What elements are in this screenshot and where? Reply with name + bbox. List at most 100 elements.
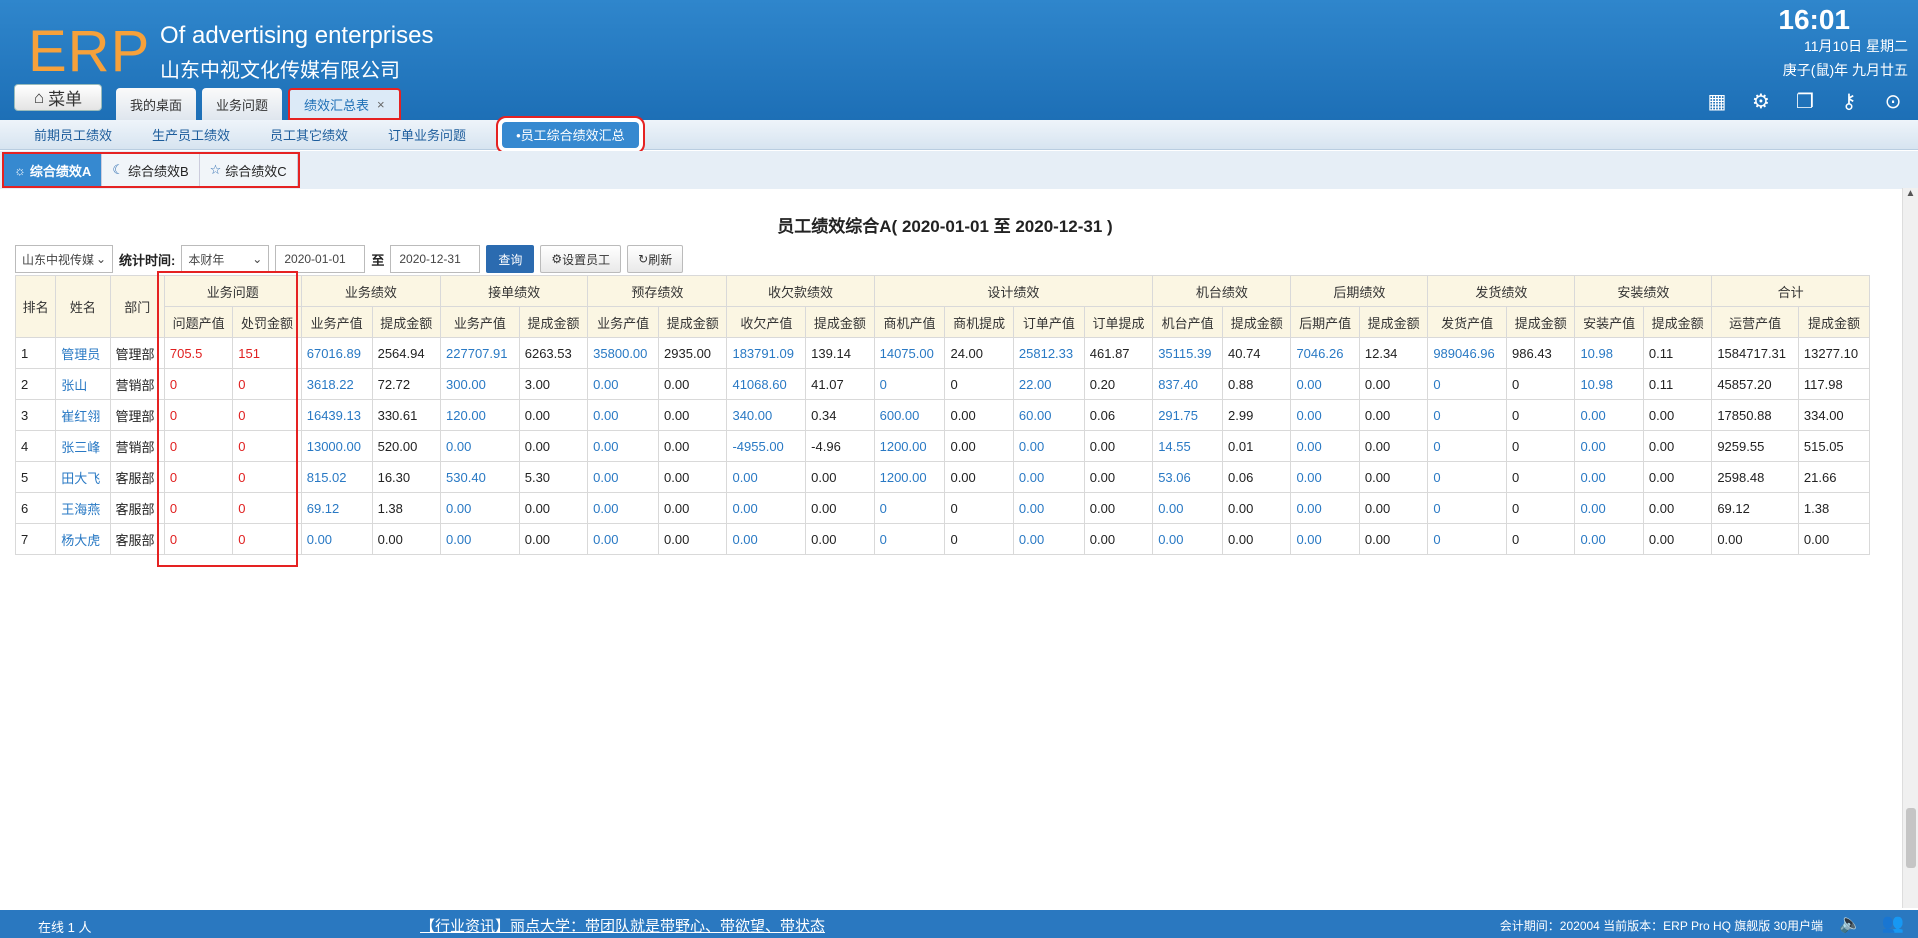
table-cell[interactable]: 7046.26 (1290, 337, 1360, 369)
table-cell[interactable]: 67016.89 (300, 337, 373, 369)
table-cell[interactable]: 0.00 (1574, 399, 1644, 431)
table-cell[interactable]: 989046.96 (1427, 337, 1508, 369)
table-row[interactable]: 5 田大飞 客服部 0 0 815.02 16.30 530.40 5.30 0.00 0.00 0.… (14, 461, 1871, 493)
table-cell[interactable]: 14.55 (1152, 430, 1223, 462)
tab-overall-perf-b[interactable]: ☾ 综合绩效B (102, 154, 200, 186)
table-cell[interactable]: 0 (163, 492, 234, 524)
tab-business-issues[interactable]: 业务问题 (202, 88, 283, 120)
subnav-order-issues[interactable]: 订单业务问题 (368, 122, 486, 148)
table-cell[interactable]: 0.00 (440, 492, 520, 524)
table-cell[interactable]: 0 (1427, 461, 1508, 493)
set-staff-button[interactable]: ⚙ 设置员工 (540, 245, 622, 273)
table-cell[interactable]: 69.12 (300, 492, 373, 524)
table-cell[interactable]: 0.00 (1290, 399, 1360, 431)
tab-my-desktop[interactable]: 我的桌面 (116, 88, 197, 120)
table-cell[interactable]: -4955.00 (726, 430, 807, 462)
clipboard-icon[interactable]: ❐ (1794, 90, 1816, 113)
table-cell[interactable]: 0.00 (1290, 461, 1360, 493)
table-cell[interactable]: 0.00 (300, 523, 373, 555)
subnav-early-staff-perf[interactable]: 前期员工绩效 (14, 122, 132, 148)
table-cell[interactable]: 0.00 (1574, 430, 1644, 462)
table-cell[interactable]: 1200.00 (873, 461, 946, 493)
table-cell[interactable]: 0 (163, 368, 234, 400)
table-cell[interactable]: 0.00 (1290, 492, 1360, 524)
table-cell[interactable]: 1200.00 (873, 430, 946, 462)
table-cell[interactable]: 705.5 (163, 337, 234, 369)
table-cell[interactable]: 0.00 (587, 430, 660, 462)
table-cell[interactable]: 0.00 (440, 430, 520, 462)
table-cell[interactable]: 0.00 (1012, 523, 1085, 555)
table-cell[interactable]: 0.00 (1290, 430, 1360, 462)
table-cell[interactable]: 0.00 (587, 399, 660, 431)
tab-performance-summary[interactable]: 绩效汇总表 × (288, 88, 401, 120)
employee-name-link[interactable]: 崔红翎 (55, 399, 111, 431)
table-cell[interactable]: 0.00 (1012, 461, 1085, 493)
table-cell[interactable]: 0 (873, 368, 946, 400)
company-select[interactable]: 山东中视传媒 ⌄ (15, 245, 113, 273)
table-cell[interactable]: 35115.39 (1152, 337, 1223, 369)
table-cell[interactable]: 815.02 (300, 461, 373, 493)
subnav-production-staff-perf[interactable]: 生产员工绩效 (132, 122, 250, 148)
table-cell[interactable]: 0.00 (1290, 523, 1360, 555)
table-cell[interactable]: 0 (163, 430, 234, 462)
employee-name-link[interactable]: 张三峰 (55, 430, 111, 462)
table-cell[interactable]: 53.06 (1152, 461, 1223, 493)
table-cell[interactable]: 0.00 (1290, 368, 1360, 400)
table-cell[interactable]: 0 (163, 461, 234, 493)
table-cell[interactable]: 0.00 (1012, 492, 1085, 524)
speaker-icon[interactable]: 🔈 (1839, 913, 1861, 934)
key-icon[interactable]: ⚷ (1838, 90, 1860, 113)
scroll-up-icon[interactable]: ▲ (1903, 188, 1918, 204)
query-button[interactable]: 查询 (486, 245, 535, 273)
subnav-staff-overall-perf[interactable]: •员工综合绩效汇总 (502, 121, 639, 148)
table-row[interactable]: 7 杨大虎 客服部 0 0 0.00 0.00 0.00 0.00 0.00 0.00 0.00 0.0… (14, 523, 1871, 555)
gear-icon[interactable]: ⚙ (1750, 90, 1772, 113)
table-cell[interactable]: 0 (1427, 368, 1508, 400)
table-cell[interactable]: 0.00 (1574, 461, 1644, 493)
table-row[interactable]: 2 张山 营销部 0 0 3618.22 72.72 300.00 3.00 0.00 0.00 41… (14, 368, 1871, 400)
table-cell[interactable]: 0.00 (726, 523, 807, 555)
table-cell[interactable]: 0.00 (726, 461, 807, 493)
collapse-icon[interactable]: ⊙ (1882, 90, 1904, 113)
refresh-button[interactable]: ↻ 刷新 (627, 245, 684, 273)
vertical-scrollbar[interactable]: ▲ (1902, 188, 1918, 908)
table-cell[interactable]: 35800.00 (587, 337, 660, 369)
table-cell[interactable]: 3618.22 (300, 368, 373, 400)
table-cell[interactable]: 13000.00 (300, 430, 373, 462)
table-cell[interactable]: 530.40 (440, 461, 520, 493)
date-from-input[interactable]: 2020-01-01 (275, 245, 366, 273)
table-cell[interactable]: 340.00 (726, 399, 807, 431)
table-cell[interactable]: 10.98 (1574, 368, 1644, 400)
table-cell[interactable]: 120.00 (440, 399, 520, 431)
table-cell[interactable]: 0 (1427, 399, 1508, 431)
table-cell[interactable]: 0.00 (587, 523, 660, 555)
table-cell[interactable]: 0.00 (1152, 492, 1223, 524)
table-cell[interactable]: 0.00 (587, 461, 660, 493)
employee-name-link[interactable]: 管理员 (55, 337, 111, 369)
table-cell[interactable]: 14075.00 (873, 337, 946, 369)
table-row[interactable]: 1 管理员 管理部 705.5 151 67016.89 2564.94 227707.91 6… (14, 337, 1871, 369)
date-to-input[interactable]: 2020-12-31 (390, 245, 481, 273)
table-cell[interactable]: 0 (163, 399, 234, 431)
table-cell[interactable]: 0 (873, 492, 946, 524)
table-cell[interactable]: 16439.13 (300, 399, 373, 431)
tab-overall-perf-a[interactable]: ☼ 综合绩效A (4, 154, 103, 186)
table-row[interactable]: 6 王海燕 客服部 0 0 69.12 1.38 0.00 0.00 0.00 0.00 0.00 0.… (14, 492, 1871, 524)
add-widget-icon[interactable]: ▦ (1706, 90, 1728, 113)
period-select[interactable]: 本财年 ⌄ (181, 245, 270, 273)
table-cell[interactable]: 0 (1427, 430, 1508, 462)
table-cell[interactable]: 25812.33 (1012, 337, 1085, 369)
table-cell[interactable]: 0 (163, 523, 234, 555)
table-cell[interactable]: 22.00 (1012, 368, 1085, 400)
users-icon[interactable]: 👥 (1882, 913, 1904, 934)
table-cell[interactable]: 0.00 (587, 492, 660, 524)
table-cell[interactable]: 291.75 (1152, 399, 1223, 431)
table-cell[interactable]: 837.40 (1152, 368, 1223, 400)
table-cell[interactable]: 0.00 (1152, 523, 1223, 555)
table-cell[interactable]: 300.00 (440, 368, 520, 400)
employee-name-link[interactable]: 田大飞 (55, 461, 111, 493)
table-cell[interactable]: 41068.60 (726, 368, 807, 400)
table-cell[interactable]: 600.00 (873, 399, 946, 431)
table-cell[interactable]: 183791.09 (726, 337, 807, 369)
subnav-other-staff-perf[interactable]: 员工其它绩效 (250, 122, 368, 148)
